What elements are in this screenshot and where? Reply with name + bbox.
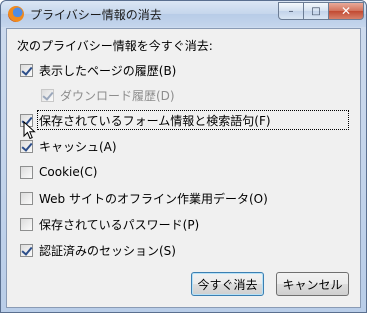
minimize-icon: – <box>288 5 294 17</box>
offline-data-checkbox[interactable] <box>20 191 33 205</box>
cookies-label[interactable]: Cookie(C) <box>39 165 97 179</box>
saved-passwords-label[interactable]: 保存されているパスワード(P) <box>39 216 199 233</box>
option-form-search-history[interactable]: 保存されているフォーム情報と検索語句(F) <box>20 111 271 129</box>
firefox-icon <box>8 6 24 22</box>
authenticated-sessions-checkbox[interactable] <box>20 243 33 257</box>
maximize-button[interactable]: □ <box>303 2 329 20</box>
offline-data-label[interactable]: Web サイトのオフライン作業用データ(O) <box>39 190 268 207</box>
dialog-window: プライバシー情報の消去 – □ ✕ 次のプライバシー情報を今すぐ消去: 表示した… <box>0 0 367 313</box>
cache-checkbox[interactable] <box>20 139 33 153</box>
clear-now-button[interactable]: 今すぐ消去 <box>191 272 264 296</box>
download-history-label: ダウンロード履歴(D) <box>60 88 175 103</box>
minimize-button[interactable]: – <box>278 2 304 20</box>
title-bar[interactable]: プライバシー情報の消去 – □ ✕ <box>1 1 366 27</box>
authenticated-sessions-label[interactable]: 認証済みのセッション(S) <box>39 242 176 259</box>
saved-passwords-checkbox[interactable] <box>20 217 33 231</box>
cookies-checkbox[interactable] <box>20 165 33 179</box>
option-download-history: ダウンロード履歴(D) <box>41 86 175 104</box>
cache-label[interactable]: キャッシュ(A) <box>39 138 117 155</box>
close-icon: ✕ <box>340 4 352 18</box>
option-saved-passwords[interactable]: 保存されているパスワード(P) <box>20 215 199 233</box>
dialog-heading: 次のプライバシー情報を今すぐ消去: <box>17 39 213 53</box>
close-button[interactable]: ✕ <box>328 2 364 20</box>
cancel-label: キャンセル <box>282 277 343 292</box>
option-browsing-history[interactable]: 表示したページの履歴(B) <box>20 61 176 79</box>
browsing-history-checkbox[interactable] <box>20 63 33 77</box>
mouse-pointer-icon <box>23 121 36 140</box>
option-offline-data[interactable]: Web サイトのオフライン作業用データ(O) <box>20 189 268 207</box>
cancel-button[interactable]: キャンセル <box>276 272 349 296</box>
window-title: プライバシー情報の消去 <box>30 8 162 22</box>
option-cookies[interactable]: Cookie(C) <box>20 163 97 181</box>
option-authenticated-sessions[interactable]: 認証済みのセッション(S) <box>20 241 176 259</box>
dialog-content: 次のプライバシー情報を今すぐ消去: 表示したページの履歴(B) ダウンロード履歴… <box>6 28 361 308</box>
clear-now-label: 今すぐ消去 <box>197 277 258 292</box>
maximize-icon: □ <box>311 5 321 17</box>
download-history-checkbox <box>41 88 54 102</box>
form-search-history-label[interactable]: 保存されているフォーム情報と検索語句(F) <box>39 112 271 129</box>
browsing-history-label[interactable]: 表示したページの履歴(B) <box>39 62 176 79</box>
